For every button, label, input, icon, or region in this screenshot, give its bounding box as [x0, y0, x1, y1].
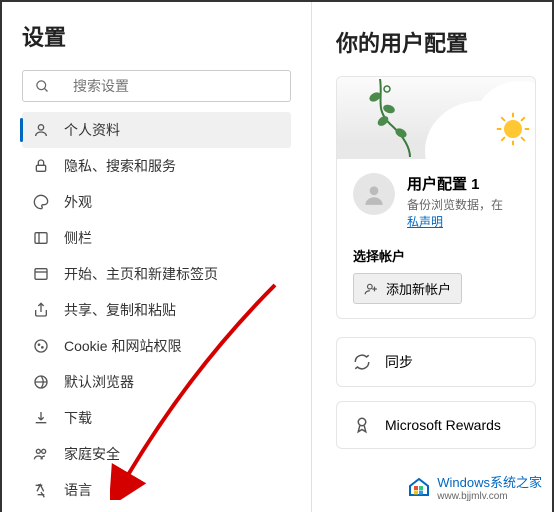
- nav-item-default-browser[interactable]: 默认浏览器: [22, 364, 291, 400]
- nav-label: 家庭安全: [64, 444, 120, 464]
- privacy-link[interactable]: 私声明: [407, 215, 443, 229]
- nav-label: 下载: [64, 408, 92, 428]
- sync-icon: [353, 353, 371, 371]
- home-tab-icon: [32, 265, 50, 283]
- watermark-line2: www.bjjmlv.com: [437, 491, 542, 502]
- profile-desc: 备份浏览数据，在: [407, 196, 503, 213]
- download-icon: [32, 409, 50, 427]
- profile-card: 用户配置 1 备份浏览数据，在 私声明 选择帐户 添加新帐户: [336, 76, 536, 319]
- nav-label: 共享、复制和粘贴: [64, 300, 176, 320]
- sidebar-title: 设置: [22, 20, 291, 52]
- account-section: 选择帐户 添加新帐户: [337, 240, 535, 318]
- sync-card[interactable]: 同步: [336, 337, 536, 387]
- nav-item-sidebar[interactable]: 侧栏: [22, 220, 291, 256]
- profile-banner: [337, 77, 535, 159]
- rewards-card[interactable]: Microsoft Rewards: [336, 401, 536, 449]
- rewards-icon: [353, 416, 371, 434]
- rewards-label: Microsoft Rewards: [385, 417, 501, 433]
- palette-icon: [32, 193, 50, 211]
- watermark-line1: Windows系统之家: [437, 472, 542, 491]
- settings-sidebar: 设置 个人资料 隐私、搜索和服务 外观 侧栏: [2, 2, 312, 512]
- watermark: Windows系统之家 www.bjjmlv.com: [403, 470, 546, 504]
- vine-decoration: [355, 79, 435, 157]
- nav-item-privacy[interactable]: 隐私、搜索和服务: [22, 148, 291, 184]
- lock-icon: [32, 157, 50, 175]
- add-person-icon: [364, 282, 378, 296]
- profile-text: 用户配置 1 备份浏览数据，在 私声明: [407, 173, 503, 230]
- nav-item-profile[interactable]: 个人资料: [22, 112, 291, 148]
- add-account-label: 添加新帐户: [386, 279, 451, 298]
- nav-item-printer[interactable]: 打印机: [22, 508, 291, 512]
- sync-label: 同步: [385, 352, 413, 372]
- nav-label: 外观: [64, 192, 92, 212]
- profile-name: 用户配置 1: [407, 173, 503, 194]
- nav-list: 个人资料 隐私、搜索和服务 外观 侧栏 开始、主页和新建标签页 共享、复制和粘贴: [22, 112, 291, 512]
- nav-label: 语言: [64, 480, 92, 500]
- main-title: 你的用户配置: [336, 26, 552, 58]
- main-panel: 你的用户配置 用户配置 1 备份浏览数据，在 私声明 选择帐户: [312, 2, 552, 512]
- nav-label: 隐私、搜索和服务: [64, 156, 176, 176]
- nav-item-family[interactable]: 家庭安全: [22, 436, 291, 472]
- nav-label: 侧栏: [64, 228, 92, 248]
- account-label: 选择帐户: [353, 246, 519, 265]
- nav-label: 开始、主页和新建标签页: [64, 264, 218, 284]
- profile-body: 用户配置 1 备份浏览数据，在 私声明: [337, 159, 535, 240]
- family-icon: [32, 445, 50, 463]
- nav-label: 个人资料: [64, 120, 120, 140]
- watermark-logo-icon: [407, 475, 431, 499]
- search-box[interactable]: [22, 70, 291, 102]
- add-account-button[interactable]: 添加新帐户: [353, 273, 462, 304]
- sidebar-icon: [32, 229, 50, 247]
- nav-label: 默认浏览器: [64, 372, 134, 392]
- sun-decoration: [495, 111, 531, 147]
- profile-icon: [32, 121, 50, 139]
- search-input[interactable]: [73, 78, 280, 94]
- share-icon: [32, 301, 50, 319]
- nav-item-language[interactable]: 语言: [22, 472, 291, 508]
- search-icon: [33, 77, 51, 95]
- nav-item-start[interactable]: 开始、主页和新建标签页: [22, 256, 291, 292]
- nav-item-appearance[interactable]: 外观: [22, 184, 291, 220]
- avatar: [353, 173, 395, 215]
- nav-label: Cookie 和网站权限: [64, 336, 181, 356]
- nav-item-cookies[interactable]: Cookie 和网站权限: [22, 328, 291, 364]
- browser-icon: [32, 373, 50, 391]
- nav-item-share[interactable]: 共享、复制和粘贴: [22, 292, 291, 328]
- cookie-icon: [32, 337, 50, 355]
- nav-item-downloads[interactable]: 下载: [22, 400, 291, 436]
- language-icon: [32, 481, 50, 499]
